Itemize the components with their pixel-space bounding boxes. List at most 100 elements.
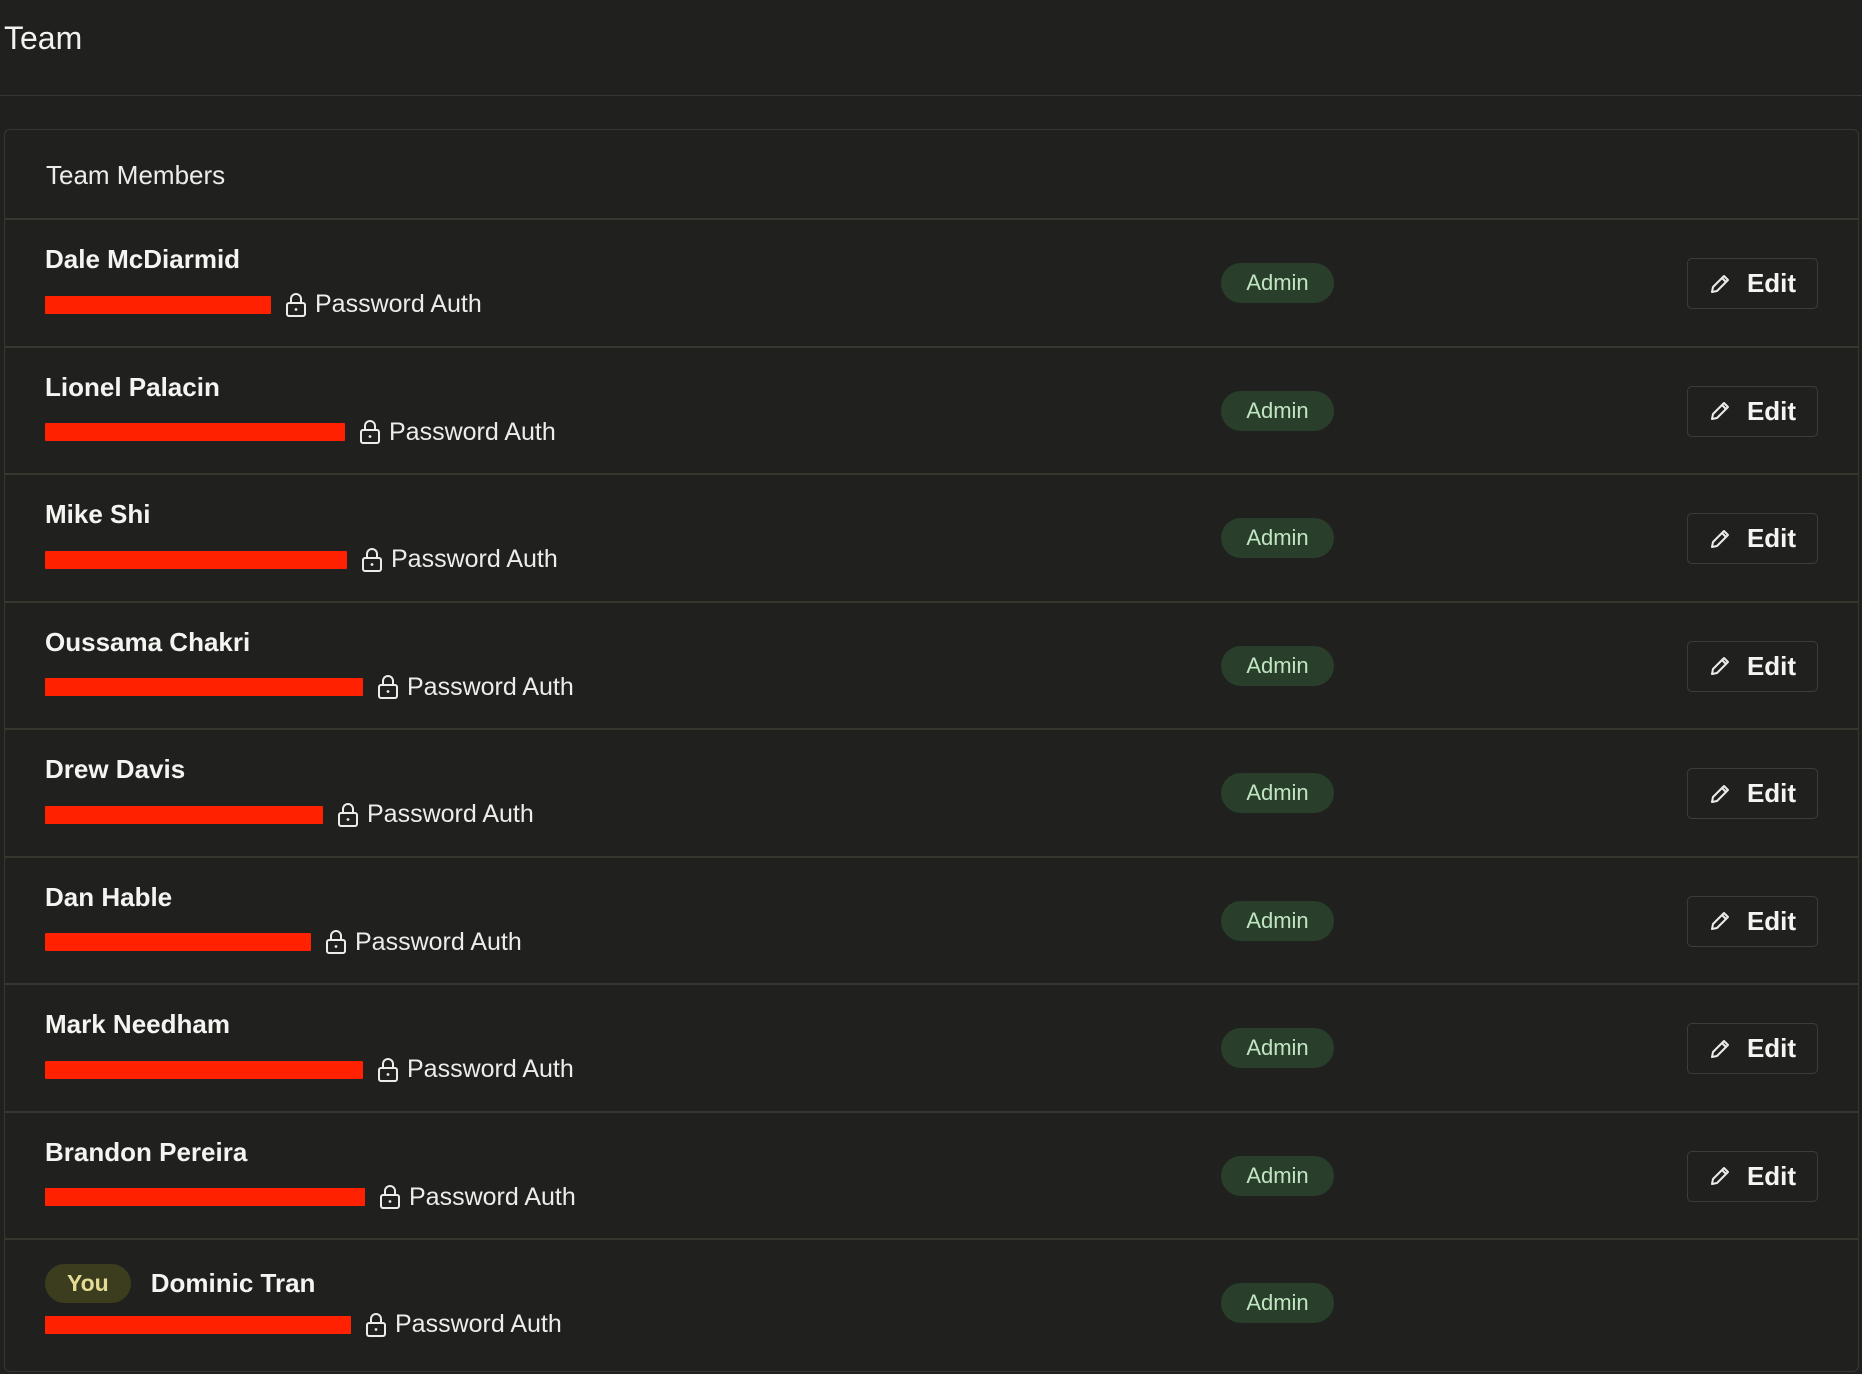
auth-label: Password Auth [355,927,522,956]
auth-method: Password Auth [365,1310,562,1339]
member-name-line: Brandon Pereira [45,1137,247,1168]
edit-member-button[interactable]: Edit [1687,1150,1818,1202]
panel-header: Team Members [5,130,1858,220]
page-title: Team [4,20,83,56]
email-redaction [45,1060,363,1079]
edit-member-button[interactable]: Edit [1687,640,1818,692]
auth-method: Password Auth [337,800,534,829]
member-row: Lionel Palacin Password Auth Admin Edit [5,348,1858,475]
lock-icon [285,292,307,318]
member-email-line: Password Auth [45,1183,576,1212]
pencil-icon [1709,528,1731,550]
member-row: Drew Davis Password Auth Admin Edit [5,730,1858,858]
member-name-line: Dale McDiarmid [45,244,240,275]
member-name: Oussama Chakri [45,626,251,657]
member-name: Dominic Tran [150,1268,316,1298]
member-row: You Dominic Tran Password Auth Admin [5,1240,1858,1368]
auth-label: Password Auth [407,1055,574,1083]
member-row: Brandon Pereira Password Auth Admin Edit [5,1113,1858,1240]
lock-icon [377,1057,399,1083]
you-badge: You [45,1264,131,1303]
edit-label: Edit [1746,650,1797,681]
edit-member-button[interactable]: Edit [1687,258,1818,309]
edit-member-button[interactable]: Edit [1687,768,1818,819]
panel-title: Team Members [46,160,226,190]
auth-label: Password Auth [391,545,558,573]
member-row: Dan Hable Password Auth Admin Edit [5,858,1858,985]
email-redaction [45,1315,351,1334]
member-row: Mark Needham Password Auth Admin Edit [5,985,1858,1113]
auth-method: Password Auth [377,673,574,702]
lock-icon [325,929,347,955]
auth-method: Password Auth [361,545,558,574]
member-email-line: Password Auth [45,1055,574,1084]
email-redaction [45,423,345,441]
pencil-icon [1709,910,1731,932]
role-badge: Admin [1221,900,1334,941]
team-members-panel: Team Members Dale McDiarmid Password Auth… [4,129,1859,1372]
email-redaction [45,678,363,696]
edit-member-button[interactable]: Edit [1687,1023,1818,1074]
member-name: Mark Needham [45,1009,230,1039]
lock-icon [377,674,399,700]
edit-label: Edit [1746,1033,1797,1063]
role-badge: Admin [1221,263,1334,303]
edit-label: Edit [1746,905,1797,936]
member-email-line: Password Auth [45,418,556,447]
member-list: Dale McDiarmid Password Auth Admin Edit Lion… [5,220,1858,1368]
pencil-icon [1709,400,1731,422]
lock-icon [361,547,383,573]
email-redaction [45,295,271,314]
member-name: Dale McDiarmid [45,244,241,274]
edit-member-button[interactable]: Edit [1687,513,1818,564]
lock-icon [379,1184,401,1210]
edit-member-button[interactable]: Edit [1687,895,1818,947]
edit-label: Edit [1746,395,1797,426]
auth-label: Password Auth [389,417,556,446]
edit-label: Edit [1746,1160,1797,1191]
member-row: Oussama Chakri Password Auth Admin Edit [5,603,1858,730]
auth-method: Password Auth [377,1055,574,1084]
email-redaction [45,1188,365,1206]
member-name-line: Lionel Palacin [45,372,220,403]
member-email-line: Password Auth [45,800,534,829]
member-email-line: Password Auth [45,1310,562,1339]
role-badge: Admin [1221,645,1334,686]
pencil-icon [1709,273,1731,295]
lock-icon [337,802,359,828]
member-email-line: Password Auth [45,545,558,574]
auth-method: Password Auth [359,418,556,447]
edit-label: Edit [1746,268,1797,298]
member-email-line: Password Auth [45,290,482,319]
member-name: Drew Davis [45,754,186,784]
lock-icon [365,1312,387,1338]
role-badge: Admin [1221,1283,1334,1323]
member-name-line: Oussama Chakri [45,627,250,658]
auth-method: Password Auth [379,1183,576,1212]
auth-method: Password Auth [285,290,482,319]
member-name: Brandon Pereira [45,1136,248,1167]
page-header: Team [0,0,1862,96]
member-name: Lionel Palacin [45,371,220,402]
auth-label: Password Auth [395,1310,562,1338]
member-email-line: Password Auth [45,673,574,702]
edit-label: Edit [1746,523,1797,553]
edit-label: Edit [1746,778,1797,808]
email-redaction [45,550,347,569]
role-badge: Admin [1221,773,1334,813]
member-name-line: Dan Hable [45,882,172,913]
member-name-line: Mark Needham [45,1009,230,1040]
member-name-line: Drew Davis [45,754,185,785]
role-badge: Admin [1221,1155,1334,1196]
pencil-icon [1709,783,1731,805]
email-redaction [45,805,323,824]
email-redaction [45,933,311,951]
member-name-line: You Dominic Tran [45,1264,315,1303]
role-badge: Admin [1221,390,1334,431]
member-row: Dale McDiarmid Password Auth Admin Edit [5,220,1858,348]
auth-label: Password Auth [315,290,482,318]
role-badge: Admin [1221,1028,1334,1068]
auth-method: Password Auth [325,928,522,957]
edit-member-button[interactable]: Edit [1687,385,1818,437]
auth-label: Password Auth [367,800,534,828]
